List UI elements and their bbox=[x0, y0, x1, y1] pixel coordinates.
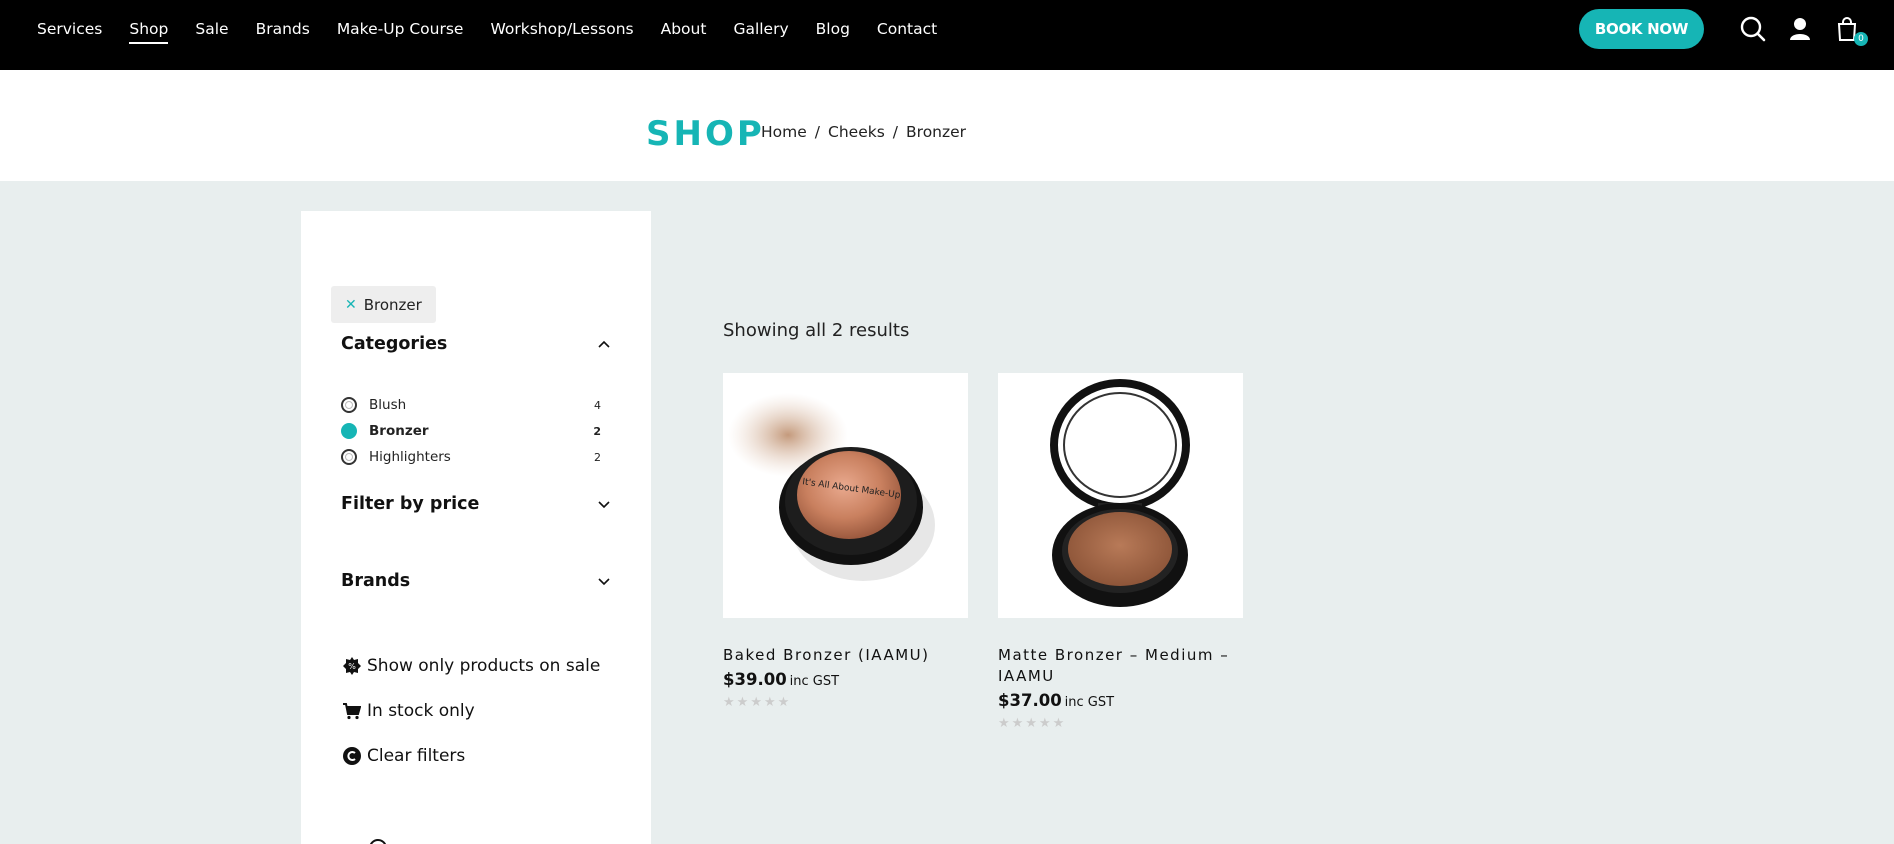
book-now-button[interactable]: BOOK NOW bbox=[1579, 9, 1704, 49]
page-header: SHOP Home / Cheeks / Bronzer bbox=[0, 70, 1894, 181]
category-item-bronzer[interactable]: Bronzer 2 bbox=[341, 418, 601, 444]
active-filter-chip[interactable]: ✕ Bronzer bbox=[331, 286, 436, 323]
star-icon: ★ bbox=[1052, 716, 1065, 731]
product-name[interactable]: Matte Bronzer – Medium – IAAMU bbox=[998, 645, 1243, 687]
radio-unselected-icon[interactable] bbox=[341, 449, 357, 465]
category-item-blush[interactable]: Blush 4 bbox=[341, 392, 601, 418]
product-card[interactable]: It's All About Make-Up Baked Bronzer (IA… bbox=[723, 373, 968, 710]
in-stock-filter[interactable]: In stock only bbox=[343, 701, 475, 721]
breadcrumb-cheeks[interactable]: Cheeks bbox=[828, 122, 885, 142]
nav-item-blog[interactable]: Blog bbox=[816, 19, 850, 39]
search-icon[interactable] bbox=[1738, 14, 1768, 44]
chevron-down-icon[interactable] bbox=[597, 499, 611, 509]
product-name[interactable]: Baked Bronzer (IAAMU) bbox=[723, 645, 968, 666]
radio-selected-icon[interactable] bbox=[341, 423, 357, 439]
breadcrumb: Home / Cheeks / Bronzer bbox=[761, 122, 966, 142]
star-icon: ★ bbox=[736, 695, 749, 710]
category-name: Blush bbox=[369, 397, 407, 413]
page-title: SHOP bbox=[646, 114, 765, 154]
remove-filter-icon[interactable]: ✕ bbox=[345, 297, 357, 313]
nav-item-sale[interactable]: Sale bbox=[195, 19, 228, 39]
star-icon: ★ bbox=[763, 695, 776, 710]
category-count: 2 bbox=[594, 450, 601, 464]
category-count: 4 bbox=[594, 398, 601, 412]
brands-filter-title: Brands bbox=[341, 571, 411, 591]
cart-count-badge: 0 bbox=[1854, 32, 1868, 46]
sale-only-label: Show only products on sale bbox=[367, 656, 601, 676]
nav-item-services[interactable]: Services bbox=[37, 19, 102, 39]
account-icon[interactable] bbox=[1785, 14, 1815, 44]
star-icon: ★ bbox=[750, 695, 762, 710]
categories-title: Categories bbox=[341, 334, 448, 354]
in-stock-label: In stock only bbox=[367, 701, 475, 721]
nav-item-brands[interactable]: Brands bbox=[256, 19, 310, 39]
star-icon: ★ bbox=[1038, 716, 1051, 731]
breadcrumb-separator: / bbox=[892, 123, 899, 141]
cart-icon[interactable]: 0 bbox=[1832, 14, 1868, 46]
results-count: Showing all 2 results bbox=[723, 320, 910, 341]
radio-unselected-icon[interactable] bbox=[341, 397, 357, 413]
nav-item-makeup-course[interactable]: Make-Up Course bbox=[337, 19, 464, 39]
sale-badge-icon: % bbox=[343, 657, 361, 675]
svg-text:%: % bbox=[348, 662, 356, 671]
star-icon: ★ bbox=[777, 695, 790, 710]
partial-icon bbox=[369, 839, 387, 844]
breadcrumb-current: Bronzer bbox=[906, 123, 967, 141]
category-list: Blush 4 Bronzer 2 Highlighters 2 bbox=[341, 392, 601, 470]
category-name: Bronzer bbox=[369, 423, 429, 439]
category-item-highlighters[interactable]: Highlighters 2 bbox=[341, 444, 601, 470]
nav-item-contact[interactable]: Contact bbox=[877, 19, 937, 39]
product-tax-note: inc GST bbox=[1064, 695, 1115, 710]
main-nav: Services Shop Sale Brands Make-Up Course… bbox=[37, 19, 964, 44]
breadcrumb-home[interactable]: Home bbox=[761, 122, 807, 142]
price-filter-title: Filter by price bbox=[341, 494, 480, 514]
product-price-line: $39.00 inc GST bbox=[723, 670, 968, 689]
product-rating-stars: ★ ★ ★ ★ ★ bbox=[998, 716, 1243, 731]
sale-only-filter[interactable]: % Show only products on sale bbox=[343, 656, 600, 676]
breadcrumb-separator: / bbox=[814, 123, 821, 141]
category-name: Highlighters bbox=[369, 449, 451, 465]
nav-item-about[interactable]: About bbox=[661, 19, 707, 39]
nav-item-gallery[interactable]: Gallery bbox=[733, 19, 788, 39]
clear-filters-label: Clear filters bbox=[367, 746, 466, 766]
clear-filters-link[interactable]: Clear filters bbox=[343, 746, 465, 766]
star-icon: ★ bbox=[723, 695, 735, 710]
product-image[interactable] bbox=[998, 373, 1243, 618]
star-icon: ★ bbox=[1025, 716, 1037, 731]
active-filter-label: Bronzer bbox=[363, 295, 422, 314]
star-icon: ★ bbox=[1011, 716, 1024, 731]
star-icon: ★ bbox=[998, 716, 1010, 731]
nav-item-shop[interactable]: Shop bbox=[129, 19, 169, 44]
price-filter-header[interactable]: Filter by price bbox=[341, 494, 611, 514]
category-count: 2 bbox=[593, 424, 601, 438]
chevron-up-icon[interactable] bbox=[597, 339, 611, 349]
product-tax-note: inc GST bbox=[789, 674, 840, 689]
cart-icon bbox=[343, 703, 361, 720]
product-price: $37.00 bbox=[998, 691, 1062, 710]
clear-icon bbox=[343, 747, 361, 765]
brands-filter-header[interactable]: Brands bbox=[341, 571, 611, 591]
product-card[interactable]: Matte Bronzer – Medium – IAAMU $37.00 inc… bbox=[998, 373, 1243, 731]
chevron-down-icon[interactable] bbox=[597, 576, 611, 586]
top-navigation-bar: Services Shop Sale Brands Make-Up Course… bbox=[0, 0, 1894, 70]
nav-item-workshop-lessons[interactable]: Workshop/Lessons bbox=[490, 19, 633, 39]
product-price-line: $37.00 inc GST bbox=[998, 691, 1243, 710]
product-price: $39.00 bbox=[723, 670, 787, 689]
filter-sidebar: ✕ Bronzer Categories Blush 4 Bronzer 2 H… bbox=[301, 211, 651, 844]
product-image[interactable]: It's All About Make-Up bbox=[723, 373, 968, 618]
product-rating-stars: ★ ★ ★ ★ ★ bbox=[723, 695, 968, 710]
categories-header[interactable]: Categories bbox=[341, 334, 611, 354]
